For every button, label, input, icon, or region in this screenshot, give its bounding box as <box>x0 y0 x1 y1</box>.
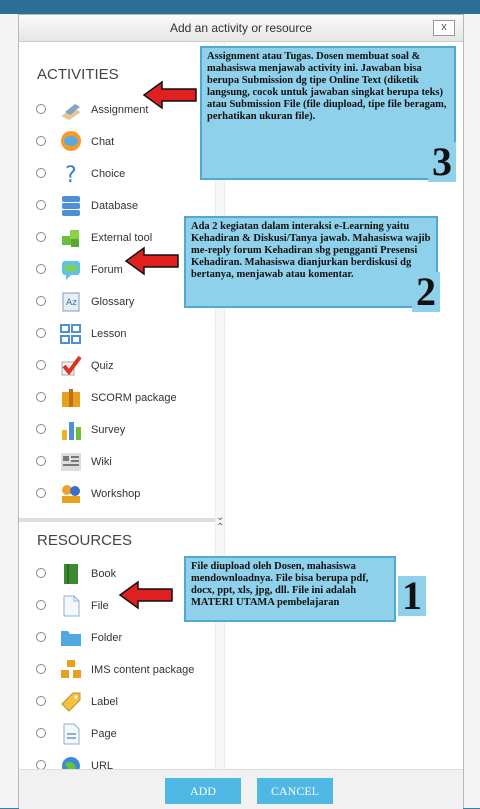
workshop-icon <box>62 485 80 503</box>
assignment-icon <box>61 104 81 120</box>
quiz-icon <box>61 355 82 376</box>
callout-number: 3 <box>428 142 456 182</box>
radio-button[interactable] <box>36 168 46 178</box>
option-label: Choice <box>91 168 126 180</box>
dialog-title: Add an activity or resource <box>169 21 313 35</box>
external-tool-icon <box>62 230 79 247</box>
book-icon <box>64 564 78 584</box>
option-label: IMS content package <box>91 664 195 676</box>
radio-button[interactable] <box>36 328 46 338</box>
callout-text: Ada 2 kegiatan dalam interaksi e-Learnin… <box>191 221 431 280</box>
label-icon <box>61 692 81 712</box>
file-icon <box>63 595 80 617</box>
lesson-icon <box>60 324 81 344</box>
option-label: Page <box>91 728 117 740</box>
radio-button[interactable] <box>36 296 46 306</box>
dialog-footer: ADD CANCEL <box>19 769 463 809</box>
page-icon <box>63 723 80 745</box>
option-label: Label <box>91 696 118 708</box>
callout-file: File diupload oleh Dosen, mahasiswa mend… <box>184 556 396 622</box>
radio-button[interactable] <box>36 104 46 114</box>
radio-button[interactable] <box>36 424 46 434</box>
svg-text:?: ? <box>65 163 77 186</box>
callout-text: File diupload oleh Dosen, mahasiswa mend… <box>191 561 369 608</box>
option-page[interactable]: Page <box>33 722 213 746</box>
svg-text:Az: Az <box>66 298 77 308</box>
activities-heading: ACTIVITIES <box>37 66 119 83</box>
scorm-icon <box>62 389 80 407</box>
radio-button[interactable] <box>36 392 46 402</box>
chevron-up-icon[interactable]: ⌃ <box>216 522 224 533</box>
option-label: Book <box>91 568 117 580</box>
option-label: Glossary <box>91 296 135 308</box>
option-label: File <box>91 600 109 612</box>
background-right <box>464 14 480 808</box>
option-choice[interactable]: ? Choice <box>33 162 213 186</box>
dialog-header: Add an activity or resource x <box>19 15 463 42</box>
glossary-icon: Az <box>62 292 80 312</box>
chat-icon <box>61 131 81 151</box>
option-label: Database <box>91 200 139 212</box>
radio-button[interactable] <box>36 456 46 466</box>
option-database[interactable]: Database <box>33 194 213 218</box>
radio-button[interactable] <box>36 136 46 146</box>
option-label: Survey <box>91 424 126 436</box>
ims-icon <box>61 660 81 678</box>
choice-icon: ? <box>65 163 77 186</box>
close-button[interactable]: x <box>433 20 455 36</box>
callout-forum: Ada 2 kegiatan dalam interaksi e-Learnin… <box>184 216 438 308</box>
folder-icon <box>61 631 81 646</box>
callout-assignment: Assignment atau Tugas. Dosen membuat soa… <box>200 46 456 180</box>
radio-button[interactable] <box>36 360 46 370</box>
option-ims[interactable]: IMS content package <box>33 658 213 682</box>
resources-heading: RESOURCES <box>37 532 133 549</box>
module-list: ACTIVITIES Assignment Chat ? Choice Data… <box>19 42 215 775</box>
option-label: Chat <box>91 136 115 148</box>
callout-number: 1 <box>398 576 426 616</box>
option-label: Forum <box>91 264 123 276</box>
option-survey[interactable]: Survey <box>33 418 213 442</box>
cancel-button[interactable]: CANCEL <box>257 778 333 804</box>
radio-button[interactable] <box>36 728 46 738</box>
survey-icon <box>62 422 81 440</box>
wiki-icon <box>61 453 81 471</box>
arrow-left-icon <box>118 580 173 610</box>
arrow-left-icon <box>142 80 197 110</box>
option-scorm[interactable]: SCORM package <box>33 386 213 410</box>
section-divider <box>19 518 215 522</box>
radio-button[interactable] <box>36 600 46 610</box>
forum-icon <box>62 261 80 280</box>
option-label: Assignment <box>91 104 149 116</box>
option-quiz[interactable]: Quiz <box>33 354 213 378</box>
option-label: Workshop <box>91 488 141 500</box>
background-left <box>0 14 18 808</box>
option-label: SCORM package <box>91 392 177 404</box>
radio-button[interactable] <box>36 568 46 578</box>
radio-button[interactable] <box>36 632 46 642</box>
option-label: Lesson <box>91 328 127 340</box>
option-folder[interactable]: Folder <box>33 626 213 650</box>
radio-button[interactable] <box>36 488 46 498</box>
option-label-resource[interactable]: Label <box>33 690 213 714</box>
arrow-left-icon <box>124 246 179 276</box>
radio-button[interactable] <box>36 264 46 274</box>
add-button[interactable]: ADD <box>165 778 241 804</box>
option-lesson[interactable]: Lesson <box>33 322 213 346</box>
option-workshop[interactable]: Workshop <box>33 482 213 506</box>
background-strip <box>0 0 480 14</box>
radio-button[interactable] <box>36 664 46 674</box>
callout-text: Assignment atau Tugas. Dosen membuat soa… <box>207 51 447 122</box>
option-label: Quiz <box>91 360 114 372</box>
radio-button[interactable] <box>36 200 46 210</box>
radio-button[interactable] <box>36 232 46 242</box>
radio-button[interactable] <box>36 696 46 706</box>
option-wiki[interactable]: Wiki <box>33 450 213 474</box>
database-icon <box>62 196 80 216</box>
option-label: Folder <box>91 632 123 644</box>
option-label: Wiki <box>91 456 112 468</box>
callout-number: 2 <box>412 272 440 312</box>
option-chat[interactable]: Chat <box>33 130 213 154</box>
option-label: External tool <box>91 232 153 244</box>
